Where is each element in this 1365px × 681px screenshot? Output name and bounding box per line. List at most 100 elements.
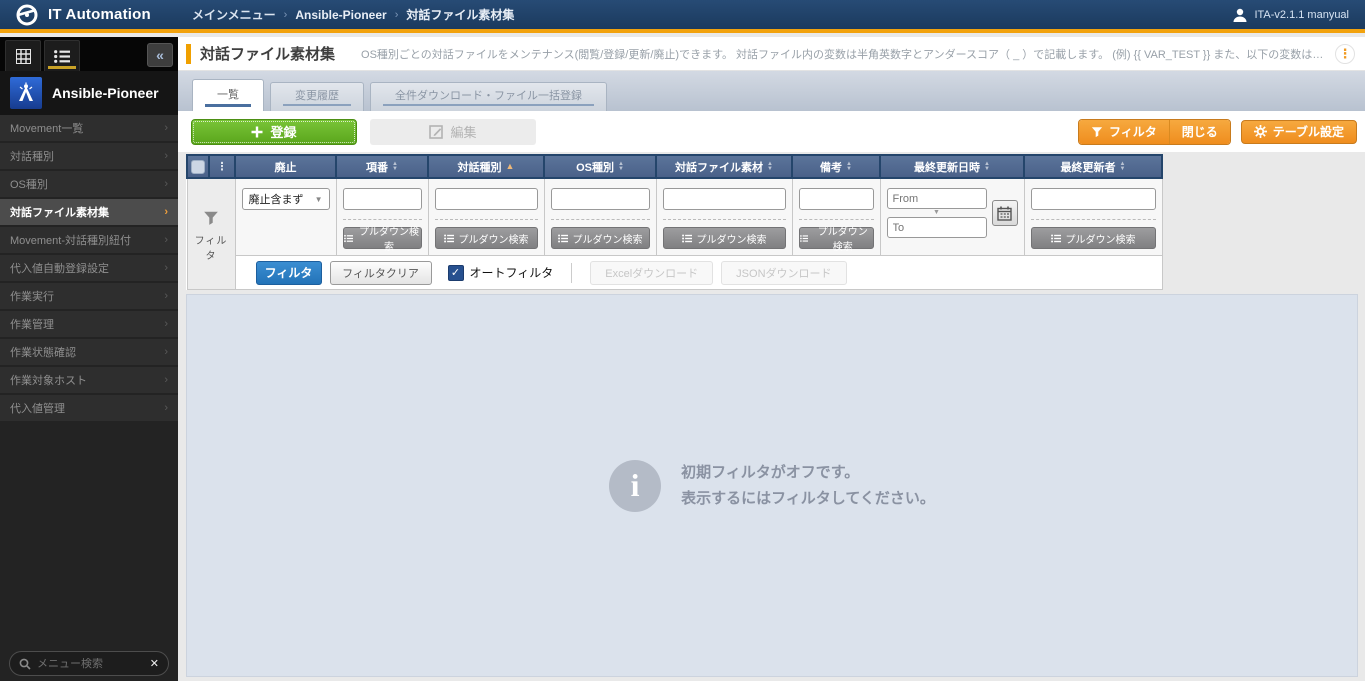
os-type-filter-input[interactable] <box>551 188 650 210</box>
sidebar: « Ansible-Pioneer Movement一覧› 対話種別› OS種別… <box>0 37 178 681</box>
empty-filter-message: 初期フィルタがオフです。 表示するにはフィルタしてください。 <box>681 460 935 512</box>
sidebar-item-movement-dialog-link[interactable]: Movement-対話種別紐付› <box>0 227 178 253</box>
divider <box>799 219 874 220</box>
menu-search-input[interactable] <box>37 658 144 670</box>
breadcrumb-current-page: 対話ファイル素材集 <box>406 6 514 23</box>
chevron-right-icon: › <box>164 402 168 414</box>
right-toolbar-buttons: フィルタ 閉じる テーブル設定 <box>1078 119 1357 145</box>
column-header-item-number[interactable]: 項番▲▼ <box>336 155 428 178</box>
auto-filter-label: オートフィルタ <box>470 264 554 281</box>
dialog-type-filter-input[interactable] <box>435 188 538 210</box>
list-icon <box>444 234 454 243</box>
os-type-pulldown-search-button[interactable]: プルダウン検索 <box>551 227 650 249</box>
column-header-note[interactable]: 備考▲▼ <box>792 155 880 178</box>
sidebar-item-operation-manage[interactable]: 作業管理› <box>0 311 178 337</box>
sort-icons[interactable]: ▲▼ <box>846 162 852 172</box>
register-button[interactable]: 登録 <box>191 119 357 145</box>
gear-icon <box>1254 125 1267 138</box>
auto-filter-toggle[interactable]: ✓ オートフィルタ <box>448 264 554 281</box>
edit-button[interactable]: 編集 <box>370 119 536 145</box>
sidebar-item-substitution-auto-reg[interactable]: 代入値自動登録設定› <box>0 255 178 281</box>
funnel-icon <box>202 210 220 226</box>
item-number-pulldown-search-button[interactable]: プルダウン検索 <box>343 227 422 249</box>
sidebar-item-os-type[interactable]: OS種別› <box>0 171 178 197</box>
sidebar-item-operation-status[interactable]: 作業状態確認› <box>0 339 178 365</box>
select-all-cell[interactable] <box>187 155 209 178</box>
message-line-2: 表示するにはフィルタしてください。 <box>681 486 935 512</box>
chevron-right-icon: › <box>164 374 168 386</box>
menu-search-box[interactable]: ✕ <box>9 651 169 676</box>
title-accent-bar <box>186 44 191 64</box>
select-all-checkbox[interactable] <box>191 160 205 174</box>
chevron-right-icon: › <box>164 234 168 246</box>
divider <box>1031 219 1156 220</box>
sidebar-item-operation-execute[interactable]: 作業実行› <box>0 283 178 309</box>
filter-cell-item-number: プルダウン検索 <box>336 178 428 256</box>
caret-down-icon: ▼ <box>887 209 987 217</box>
column-header-dialog-type[interactable]: 対話種別▲ <box>428 155 544 178</box>
clear-search-icon[interactable]: ✕ <box>150 657 159 670</box>
clear-filter-button[interactable]: フィルタクリア <box>330 261 432 285</box>
ansible-pioneer-logo-icon <box>10 77 42 109</box>
filter-toggle-group: フィルタ 閉じる <box>1078 119 1231 145</box>
breadcrumb-ansible-pioneer[interactable]: Ansible-Pioneer <box>295 8 386 22</box>
sidebar-item-operation-target-host[interactable]: 作業対象ホスト› <box>0 367 178 393</box>
tab-bulk-download-upload[interactable]: 全件ダウンロード・ファイル一括登録 <box>370 82 607 111</box>
dialog-type-pulldown-search-button[interactable]: プルダウン検索 <box>435 227 538 249</box>
breadcrumb-main-menu[interactable]: メインメニュー <box>192 6 276 23</box>
row-menu-cell[interactable]: ⋮ <box>209 155 235 178</box>
discard-filter-select[interactable]: 廃止含まず ▼ <box>242 188 330 210</box>
sort-icons[interactable]: ▲▼ <box>984 162 990 172</box>
updater-pulldown-search-button[interactable]: プルダウン検索 <box>1031 227 1156 249</box>
column-header-discard[interactable]: 廃止 <box>235 155 336 178</box>
edit-pencil-icon <box>429 125 443 139</box>
sort-icons[interactable]: ▲▼ <box>767 162 773 172</box>
note-filter-input[interactable] <box>799 188 874 210</box>
table-settings-button[interactable]: テーブル設定 <box>1241 120 1357 144</box>
sidebar-tab-list-view[interactable] <box>44 40 80 71</box>
calendar-button[interactable] <box>992 200 1018 226</box>
sidebar-item-movement-list[interactable]: Movement一覧› <box>0 115 178 141</box>
apply-filter-button[interactable]: フィルタ <box>256 261 322 285</box>
kebab-icon: ⋮ <box>217 161 228 173</box>
note-pulldown-search-button[interactable]: プルダウン検索 <box>799 227 874 249</box>
main-panel: 対話ファイル素材集 OS種別ごとの対話ファイルをメンテナンス(閲覧/登録/更新/… <box>178 37 1365 681</box>
filter-actions-row: フィルタ フィルタクリア ✓ オートフィルタ Excelダウンロード JSONダ… <box>187 256 1162 290</box>
updater-filter-input[interactable] <box>1031 188 1156 210</box>
tab-list[interactable]: 一覧 <box>192 79 264 111</box>
sidebar-item-dialog-type[interactable]: 対話種別› <box>0 143 178 169</box>
column-header-last-updater[interactable]: 最終更新者▲▼ <box>1024 155 1162 178</box>
sort-icons[interactable]: ▲▼ <box>392 162 398 172</box>
app-brand[interactable]: IT Automation <box>0 2 178 28</box>
sidebar-item-dialog-file-collection[interactable]: 対話ファイル素材集› <box>0 199 178 225</box>
filter-close-button[interactable]: 閉じる <box>1169 120 1230 144</box>
sidebar-tab-grid-view[interactable] <box>5 40 41 71</box>
user-menu[interactable]: ITA-v2.1.1 manyual <box>1232 7 1365 23</box>
updated-to-input[interactable] <box>887 217 987 238</box>
filter-toggle-button[interactable]: フィルタ <box>1079 120 1169 144</box>
column-header-dialog-file[interactable]: 対話ファイル素材▲▼ <box>656 155 792 178</box>
list-icon <box>800 234 809 243</box>
dialog-file-filter-input[interactable] <box>663 188 786 210</box>
sidebar-item-substitution-manage[interactable]: 代入値管理› <box>0 395 178 421</box>
breadcrumb-separator: › <box>284 9 288 21</box>
column-header-last-updated[interactable]: 最終更新日時▲▼ <box>880 155 1024 178</box>
list-icon <box>682 234 692 243</box>
updated-from-input[interactable] <box>887 188 987 209</box>
chevron-right-icon: › <box>164 262 168 274</box>
checkbox-checked-icon[interactable]: ✓ <box>448 265 464 281</box>
divider <box>663 219 786 220</box>
column-header-os-type[interactable]: OS種別▲▼ <box>544 155 656 178</box>
sidebar-collapse-button[interactable]: « <box>147 43 173 67</box>
sort-icons[interactable]: ▲▼ <box>618 162 624 172</box>
tab-change-history[interactable]: 変更履歴 <box>270 82 364 111</box>
list-icon <box>54 50 70 63</box>
json-download-button[interactable]: JSONダウンロード <box>721 261 846 285</box>
description-more-button[interactable]: ⋮ <box>1335 44 1355 64</box>
item-number-filter-input[interactable] <box>343 188 422 210</box>
dialog-file-pulldown-search-button[interactable]: プルダウン検索 <box>663 227 786 249</box>
sort-icons[interactable]: ▲▼ <box>1120 162 1126 172</box>
app-title: IT Automation <box>48 6 151 23</box>
excel-download-button[interactable]: Excelダウンロード <box>590 261 713 285</box>
sort-asc-icon[interactable]: ▲ <box>506 162 515 171</box>
